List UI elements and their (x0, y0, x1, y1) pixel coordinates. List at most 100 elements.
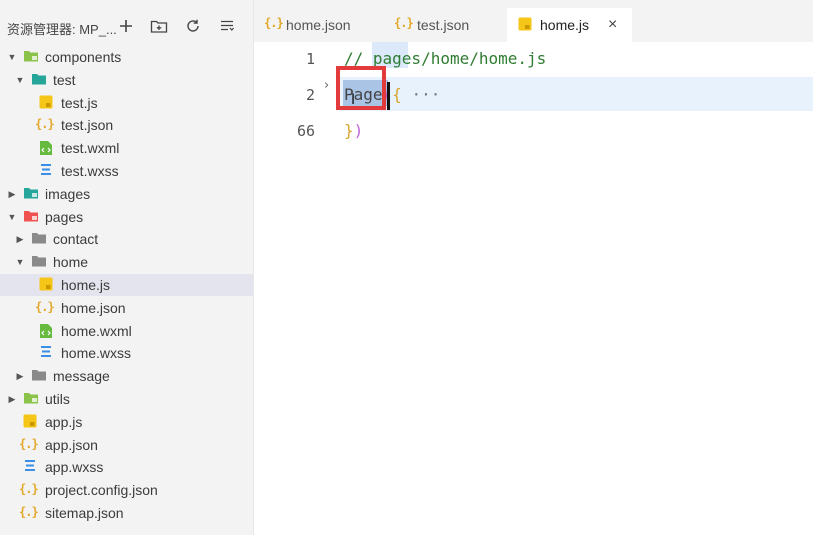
tree-file[interactable]: home.wxml (0, 320, 253, 342)
wxml-file-icon (39, 323, 55, 339)
refresh-icon[interactable] (183, 16, 203, 36)
wxss-file-icon (39, 345, 55, 361)
tree-file[interactable]: test.wxss (0, 160, 253, 182)
tab-home-js[interactable]: home.js × (507, 8, 632, 42)
folder-open-icon (31, 254, 47, 270)
folder-icon (23, 186, 39, 202)
caret-right-icon[interactable]: ▶ (15, 232, 25, 246)
tree-item-label: home.json (61, 299, 126, 316)
explorer-panel: 资源管理器: MP_... ▼ components ▼ test test.js {.}… (0, 0, 254, 535)
folder-icon (23, 49, 39, 65)
folder-open-icon (31, 72, 47, 88)
tree-file[interactable]: test.js (0, 92, 253, 114)
tree-item-label: test.js (61, 94, 98, 111)
tree-folder[interactable]: ▼ components (0, 46, 253, 68)
json-file-icon: {.} (35, 117, 55, 132)
tree-folder[interactable]: ▼ test (0, 69, 253, 91)
text-cursor (387, 82, 390, 110)
tree-item-label: sitemap.json (45, 505, 124, 521)
tab-home-json[interactable]: {.} home.json (254, 8, 381, 42)
js-file-icon (39, 95, 55, 111)
tree-item-label: project.config.json (45, 482, 158, 499)
caret-right-icon[interactable]: ▶ (7, 187, 17, 201)
caret-down-icon[interactable]: ▼ (7, 50, 17, 64)
tree-item-label: test.wxss (61, 163, 119, 179)
code-line-66: }) (344, 121, 363, 140)
js-file-icon (39, 277, 55, 293)
explorer-title: 资源管理器: MP_... (7, 22, 117, 37)
tree-item-label: home (53, 254, 89, 271)
explorer-header: 资源管理器: MP_... (0, 0, 253, 42)
collapse-all-icon[interactable] (217, 16, 237, 36)
tree-folder[interactable]: ▼ pages (0, 206, 253, 228)
json-icon: {.} (264, 16, 284, 30)
tab-label: home.js (540, 17, 590, 33)
json-icon: {.} (394, 16, 414, 30)
tree-folder[interactable]: ▶ utils (0, 388, 253, 410)
tree-item-label: test (53, 71, 76, 88)
tree-item-label: utils (45, 391, 70, 407)
code-brace: } (344, 121, 354, 140)
annotation-highlight-box (336, 66, 386, 110)
wxss-file-icon (39, 163, 55, 179)
json-file-icon: {.} (19, 436, 39, 451)
tree-folder[interactable]: ▶ message (0, 365, 253, 387)
tree-item-label: home.wxss (61, 345, 132, 362)
tree-folder[interactable]: ▶ images (0, 183, 253, 205)
tree-file[interactable]: app.js (0, 411, 253, 433)
folder-icon (31, 231, 47, 247)
json-file-icon: {.} (19, 482, 39, 497)
tree-item-label: app.json (45, 436, 98, 453)
wxml-file-icon (39, 140, 55, 156)
tree-item-label: pages (45, 208, 84, 225)
tree-file[interactable]: test.wxml (0, 137, 253, 159)
json-file-icon: {.} (19, 505, 39, 519)
tree-file[interactable]: home.wxss (0, 342, 253, 364)
caret-right-icon[interactable]: ▶ (15, 369, 25, 383)
tree-item-label: contact (53, 231, 99, 248)
tree-item-label: components (45, 49, 122, 65)
tree-file[interactable]: app.wxss (0, 456, 253, 478)
code-editor[interactable]: 1 2 66 › // pages/home/home.js Page({ ··… (254, 42, 813, 535)
tree-file[interactable]: {.} sitemap.json (0, 502, 253, 524)
wxss-file-icon (23, 459, 39, 475)
new-file-icon[interactable] (116, 16, 136, 36)
mouse-ibeam-icon: I (351, 92, 356, 108)
caret-right-icon[interactable]: ▶ (7, 392, 17, 406)
tab-test-json[interactable]: {.} test.json (382, 8, 506, 42)
tree-folder[interactable]: ▼ home (0, 251, 253, 273)
tree-item-label: app.js (45, 413, 83, 430)
folded-ellipsis[interactable]: ··· (402, 85, 440, 104)
tree-file[interactable]: {.} test.json (0, 114, 253, 136)
folder-icon (31, 368, 47, 384)
folder-icon (23, 209, 39, 225)
tab-label: test.json (417, 17, 470, 33)
tree-file[interactable]: home.js (0, 274, 253, 296)
line-number: 66 (296, 122, 315, 140)
caret-down-icon[interactable]: ▼ (15, 73, 25, 87)
code-brace: { (392, 85, 402, 104)
js-file-icon (23, 414, 39, 430)
json-file-icon: {.} (35, 299, 55, 314)
fold-chevron-icon[interactable]: › (324, 78, 329, 93)
tab-label: home.json (286, 17, 351, 33)
line-number: 1 (305, 50, 315, 68)
tree-item-label: images (45, 185, 91, 202)
tree-file[interactable]: {.} project.config.json (0, 479, 253, 501)
tree-item-label: home.wxml (61, 322, 132, 339)
tree-item-label: message (53, 368, 110, 385)
folder-icon (23, 391, 39, 407)
tree-file[interactable]: {.} app.json (0, 434, 253, 456)
editor-tab-bar: {.} home.json {.} test.json home.js × (254, 0, 813, 42)
tree-file[interactable]: {.} home.json (0, 297, 253, 319)
code-paren: ) (353, 121, 364, 140)
caret-down-icon[interactable]: ▼ (15, 255, 25, 269)
tree-item-label: home.js (61, 277, 111, 293)
caret-down-icon[interactable]: ▼ (7, 210, 17, 224)
tree-folder[interactable]: ▶ contact (0, 228, 253, 250)
js-icon (518, 17, 532, 31)
close-tab-icon[interactable]: × (608, 16, 617, 34)
tree-item-label: test.wxml (61, 140, 120, 157)
new-folder-icon[interactable] (149, 16, 169, 36)
tree-item-label: app.wxss (45, 459, 104, 476)
